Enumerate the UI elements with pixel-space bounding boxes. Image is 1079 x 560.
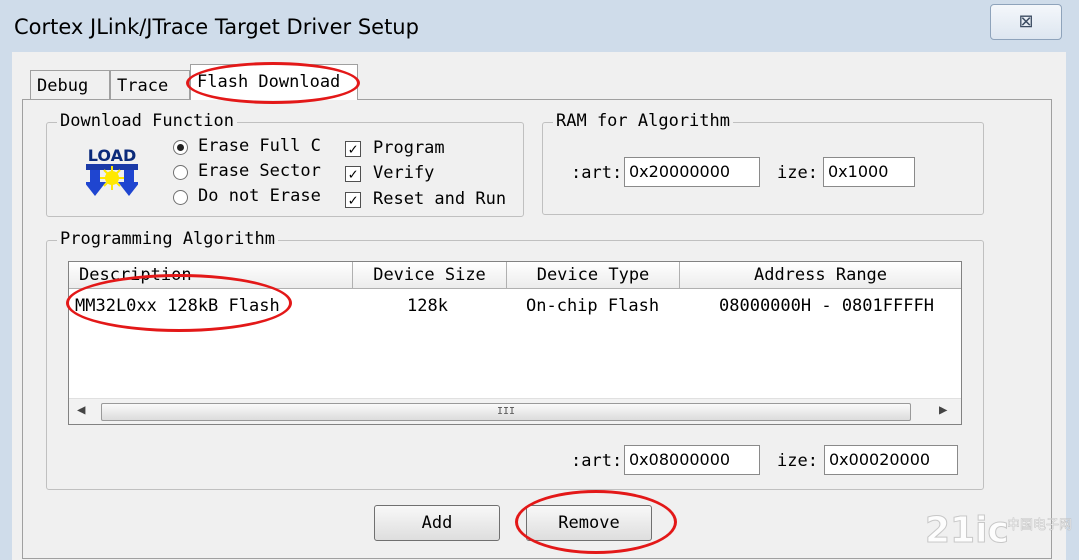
scroll-right-icon[interactable]: ▶	[939, 402, 947, 418]
window-frame-right	[1066, 52, 1079, 560]
cell-description: MM32L0xx 128kB Flash	[75, 296, 280, 316]
column-header-address-range[interactable]: Address Range	[680, 262, 961, 289]
checkbox-program-label: Program	[373, 138, 445, 158]
cell-address-range: 08000000H - 0801FFFFH	[719, 296, 934, 316]
radio-do-not-erase[interactable]	[173, 190, 188, 205]
add-button[interactable]: Add	[374, 505, 500, 541]
checkbox-verify[interactable]: ✓	[345, 166, 361, 182]
radio-erase-sector[interactable]	[173, 165, 188, 180]
download-function-title: Download Function	[57, 111, 237, 131]
load-icon: LOAD	[84, 146, 140, 198]
close-button[interactable]: ⊠	[990, 4, 1062, 40]
checkbox-reset-and-run-label: Reset and Run	[373, 189, 507, 209]
tab-flash-download[interactable]: Flash Download	[190, 64, 358, 100]
radio-erase-sector-label: Erase Sector	[198, 161, 321, 181]
window-title: Cortex JLink/JTrace Target Driver Setup	[14, 15, 419, 39]
flash-start-label: :art:	[571, 451, 623, 471]
column-header-description-label: Description	[79, 265, 192, 285]
tab-trace-label: Trace	[117, 76, 169, 96]
column-header-address-range-label: Address Range	[753, 265, 888, 285]
scrollbar-thumb[interactable]: III	[101, 403, 911, 421]
ram-size-label: ize:	[777, 163, 818, 183]
watermark-logo: 21ic 中国电子网	[925, 508, 1075, 558]
tab-debug-label: Debug	[37, 76, 89, 96]
ram-start-input[interactable]: 0x20000000	[624, 157, 760, 187]
tab-debug[interactable]: Debug	[30, 70, 110, 100]
watermark-subtext: 中国电子网	[1007, 518, 1073, 534]
checkbox-verify-label: Verify	[373, 163, 435, 183]
cell-device-size: 128k	[407, 296, 448, 316]
radio-erase-full-chip-label: Erase Full C	[198, 136, 321, 156]
algorithm-list[interactable]: Description Device Size Device Type Addr…	[68, 261, 962, 425]
programming-algorithm-title: Programming Algorithm	[57, 229, 278, 249]
ram-size-input[interactable]: 0x1000	[823, 157, 915, 187]
horizontal-scrollbar[interactable]: ◀ III ▶	[69, 398, 961, 424]
ram-start-label: :art:	[571, 163, 623, 183]
scroll-left-icon[interactable]: ◀	[77, 402, 85, 418]
checkbox-reset-and-run[interactable]: ✓	[345, 192, 361, 208]
tab-trace[interactable]: Trace	[110, 70, 190, 100]
tab-flash-download-label: Flash Download	[197, 72, 341, 92]
remove-button[interactable]: Remove	[526, 505, 652, 541]
flash-start-input[interactable]: 0x08000000	[624, 445, 760, 475]
radio-erase-full-chip[interactable]	[173, 140, 188, 155]
column-header-device-size-label: Device Size	[373, 265, 486, 285]
ram-for-algorithm-title: RAM for Algorithm	[553, 111, 733, 131]
scrollbar-grip: III	[496, 406, 516, 417]
load-icon-text: LOAD	[87, 146, 137, 165]
watermark-text: 21ic	[925, 510, 1010, 552]
radio-do-not-erase-label: Do not Erase	[198, 186, 321, 206]
column-header-device-size[interactable]: Device Size	[353, 262, 507, 289]
cell-device-type: On-chip Flash	[526, 296, 660, 316]
flash-size-input[interactable]: 0x00020000	[824, 445, 958, 475]
column-header-description[interactable]: Description	[69, 262, 353, 289]
load-arrows-graphic	[86, 164, 138, 196]
checkbox-program[interactable]: ✓	[345, 141, 361, 157]
close-icon: ⊠	[1018, 11, 1034, 32]
column-header-device-type-label: Device Type	[536, 265, 650, 285]
window-frame-left	[0, 52, 12, 560]
table-row[interactable]: MM32L0xx 128kB Flash 128k On-chip Flash …	[69, 292, 961, 320]
flash-size-label: ize:	[777, 451, 818, 471]
column-header-device-type[interactable]: Device Type	[507, 262, 680, 289]
